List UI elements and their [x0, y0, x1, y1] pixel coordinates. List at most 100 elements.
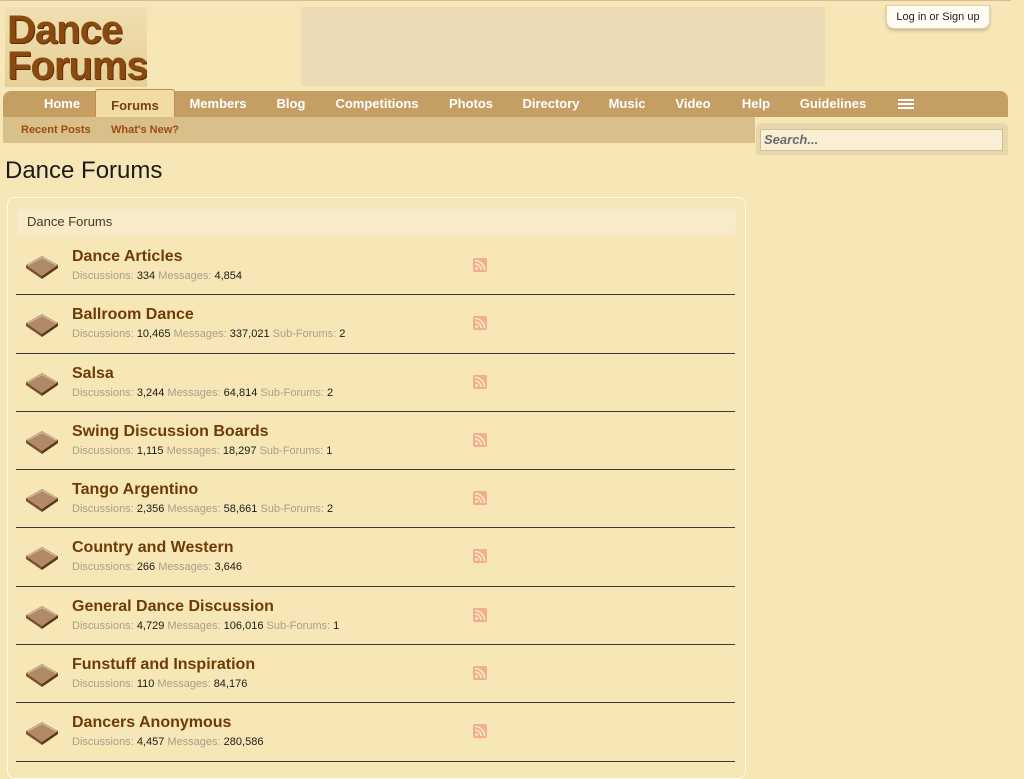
rss-feed-icon[interactable]	[473, 549, 487, 564]
forum-row: Salsa Discussions: 3,244 Messages: 64,81…	[16, 354, 735, 412]
discussions-count: 2,356	[136, 503, 165, 516]
messages-count: 337,021	[229, 328, 270, 341]
discussions-count: 4,729	[136, 619, 165, 632]
forum-row: General Dance Discussion Discussions: 4,…	[16, 587, 735, 646]
logo-line2: Forums	[7, 44, 147, 87]
messages-label: Messages:	[158, 270, 212, 282]
messages-label: Messages:	[166, 444, 220, 457]
forum-stats: Discussions: 1,115 Messages: 18,297 Sub-…	[72, 445, 332, 457]
forum-stats: Discussions: 266 Messages: 3,646	[72, 561, 242, 573]
sub-forums-count: 2	[327, 386, 334, 399]
forum-book-icon	[24, 483, 60, 513]
site-logo[interactable]: Dance Forums	[5, 7, 147, 87]
discussions-label: Discussions:	[72, 678, 134, 691]
sub-forums-label: Sub-Forums:	[272, 328, 337, 341]
sub-forums-label: Sub-Forums:	[259, 444, 324, 457]
discussions-label: Discussions:	[72, 736, 134, 749]
sub-forums-count: 2	[327, 503, 334, 516]
discussions-label: Discussions:	[72, 386, 134, 399]
discussions-label: Discussions:	[72, 619, 134, 632]
forum-title-link[interactable]: Dancers Anonymous	[72, 714, 231, 732]
search-input[interactable]: Search...	[760, 129, 1003, 151]
rss-feed-icon[interactable]	[473, 316, 487, 331]
forum-row: Dance Articles Discussions: 334 Messages…	[16, 237, 735, 296]
tab-video[interactable]: Video	[664, 91, 722, 117]
forum-stats: Discussions: 3,244 Messages: 64,814 Sub-…	[72, 387, 333, 399]
messages-count: 280,586	[223, 736, 264, 749]
forum-stats: Discussions: 2,356 Messages: 58,661 Sub-…	[72, 503, 333, 515]
forum-book-icon	[24, 425, 60, 455]
forum-row: Swing Discussion Boards Discussions: 1,1…	[16, 412, 735, 471]
rss-feed-icon[interactable]	[473, 432, 487, 447]
tab-guidelines[interactable]: Guidelines	[789, 91, 877, 117]
tab-directory[interactable]: Directory	[514, 91, 588, 117]
login-signup-button[interactable]: Log in or Sign up	[886, 5, 990, 29]
messages-label: Messages:	[157, 678, 211, 691]
tab-blog[interactable]: Blog	[265, 91, 317, 117]
rss-feed-icon[interactable]	[473, 607, 487, 622]
forum-row: Country and Western Discussions: 266 Mes…	[16, 528, 735, 587]
forum-book-icon	[24, 308, 60, 338]
discussions-label: Discussions:	[72, 328, 134, 341]
search-box: Search...	[756, 123, 1008, 155]
whats-new-link[interactable]: What's New?	[111, 124, 179, 136]
discussions-label: Discussions:	[72, 270, 134, 282]
tab-competitions[interactable]: Competitions	[327, 91, 427, 117]
forum-stats: Discussions: 10,465 Messages: 337,021 Su…	[72, 328, 345, 340]
forum-book-icon	[24, 250, 60, 280]
discussions-count: 1,115	[136, 444, 164, 457]
forum-book-icon	[24, 600, 60, 630]
tab-help[interactable]: Help	[731, 91, 781, 117]
forum-row: Tango Argentino Discussions: 2,356 Messa…	[16, 470, 735, 529]
discussions-count: 4,457	[136, 736, 165, 749]
forum-stats: Discussions: 334 Messages: 4,854	[72, 270, 242, 282]
messages-label: Messages:	[167, 386, 221, 399]
discussions-count: 110	[136, 678, 155, 691]
messages-count: 106,016	[223, 619, 264, 632]
sub-forums-count: 1	[333, 619, 340, 632]
category-header[interactable]: Dance Forums	[17, 209, 736, 235]
forum-title-link[interactable]: Ballroom Dance	[72, 306, 194, 324]
discussions-count: 334	[136, 270, 156, 282]
rss-feed-icon[interactable]	[473, 374, 487, 389]
sub-forums-label: Sub-Forums:	[260, 386, 324, 399]
hamburger-menu-icon[interactable]	[898, 99, 914, 109]
recent-posts-link[interactable]: Recent Posts	[21, 124, 91, 136]
messages-label: Messages:	[167, 736, 221, 749]
forum-title-link[interactable]: Funstuff and Inspiration	[72, 656, 255, 674]
sub-nav: Recent Posts What's New?	[3, 117, 755, 143]
forum-title-link[interactable]: Salsa	[72, 365, 114, 383]
forum-book-icon	[24, 541, 60, 571]
discussions-count: 3,244	[136, 386, 165, 399]
tab-music[interactable]: Music	[599, 91, 655, 117]
messages-count: 18,297	[222, 444, 257, 457]
forum-title-link[interactable]: Country and Western	[72, 539, 234, 557]
messages-label: Messages:	[158, 561, 212, 574]
forum-title-link[interactable]: Swing Discussion Boards	[72, 423, 268, 441]
forum-stats: Discussions: 4,729 Messages: 106,016 Sub…	[72, 620, 339, 632]
sub-forums-count: 1	[326, 444, 333, 457]
discussions-label: Discussions:	[72, 503, 134, 516]
sub-forums-label: Sub-Forums:	[260, 503, 324, 516]
forum-title-link[interactable]: Tango Argentino	[72, 481, 198, 499]
forum-title-link[interactable]: Dance Articles	[72, 248, 183, 266]
messages-label: Messages:	[167, 619, 221, 632]
sub-forums-count: 2	[339, 328, 346, 341]
rss-feed-icon[interactable]	[473, 724, 487, 739]
tab-photos[interactable]: Photos	[436, 91, 506, 117]
forum-title-link[interactable]: General Dance Discussion	[72, 598, 274, 616]
forum-row: Dancers Anonymous Discussions: 4,457 Mes…	[16, 703, 735, 762]
discussions-label: Discussions:	[72, 561, 134, 574]
rss-feed-icon[interactable]	[473, 491, 487, 506]
discussions-label: Discussions:	[72, 444, 134, 457]
rss-feed-icon[interactable]	[473, 666, 487, 681]
tab-home[interactable]: Home	[31, 91, 93, 117]
forum-row: Funstuff and Inspiration Discussions: 11…	[16, 645, 735, 704]
messages-label: Messages:	[173, 328, 227, 341]
tab-forums[interactable]: Forums	[95, 89, 175, 118]
forum-row: Ballroom Dance Discussions: 10,465 Messa…	[16, 295, 735, 354]
rss-feed-icon[interactable]	[473, 258, 487, 272]
messages-count: 64,814	[223, 386, 258, 399]
tab-members[interactable]: Members	[182, 91, 254, 117]
forum-book-icon	[24, 367, 60, 397]
